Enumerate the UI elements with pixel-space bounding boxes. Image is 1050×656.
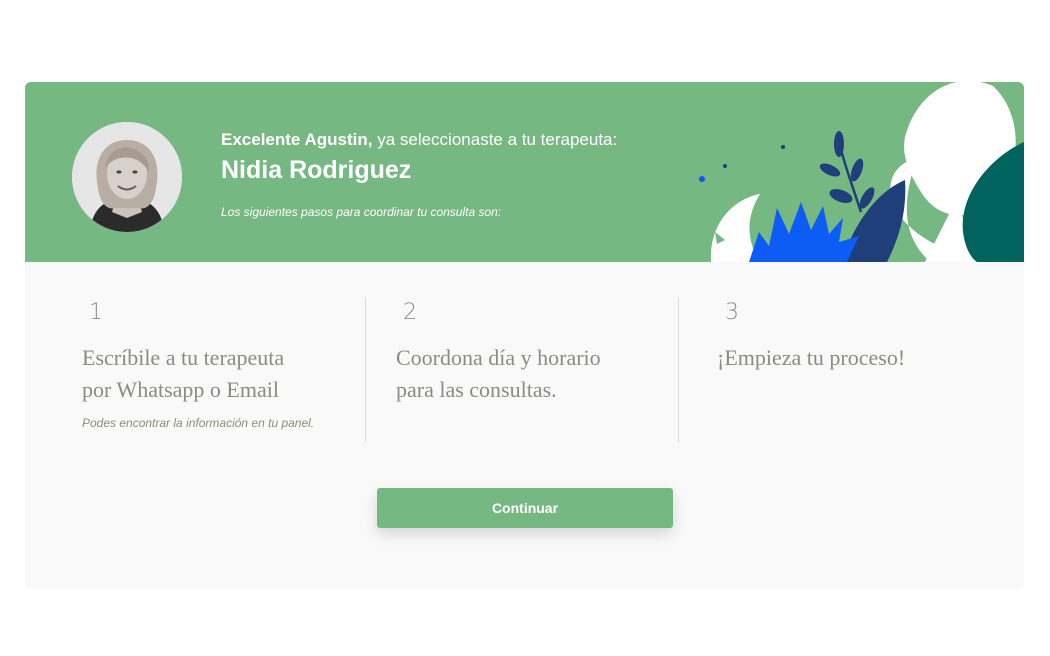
step-3-title-line1: ¡Empieza tu proceso! [717, 345, 906, 370]
step-3-number: 3 [725, 300, 739, 325]
step-1-note: Podes encontrar la información en tu pan… [82, 416, 315, 430]
step-1-title: Escríbile a tu terapeuta por Whatsapp o … [82, 342, 352, 406]
step-2-number: 2 [403, 300, 417, 325]
step-2-title-line1: Coordona día y horario [396, 345, 601, 370]
selection-card: Excelente Agustin, ya seleccionaste a tu… [25, 82, 1024, 589]
step-2-title: Coordona día y horario para las consulta… [396, 342, 666, 406]
step-3-title: ¡Empieza tu proceso! [717, 342, 997, 374]
header-banner: Excelente Agustin, ya seleccionaste a tu… [25, 82, 1024, 262]
step-1-title-line1: Escríbile a tu terapeuta [82, 345, 285, 370]
step-2-title-line2: para las consultas. [396, 377, 557, 402]
decorative-leaves-icon [699, 82, 1024, 262]
step-divider-1 [365, 298, 366, 443]
continue-button[interactable]: Continuar [377, 488, 673, 528]
step-divider-2 [678, 298, 679, 443]
step-1-number: 1 [89, 300, 103, 325]
step-1-title-line2: por Whatsapp o Email [82, 377, 279, 402]
